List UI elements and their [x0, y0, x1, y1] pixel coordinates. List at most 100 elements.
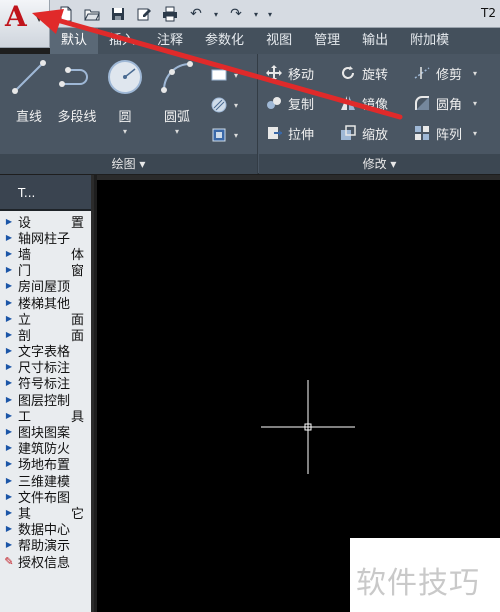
chevron-down-icon[interactable]: ▾	[100, 127, 150, 136]
palette-item[interactable]: ▶ 楼梯其他	[0, 294, 91, 312]
palette-item[interactable]: ▶ 房间屋顶	[0, 278, 91, 295]
move-label: 移动	[288, 67, 315, 83]
palette-item[interactable]: ▶ 三维建模	[0, 472, 91, 490]
palette-item[interactable]: ▶ 图层控制	[0, 391, 91, 409]
copy-tool-button[interactable]: 复制	[265, 94, 339, 113]
tab-view[interactable]: 视图	[255, 28, 303, 54]
palette-item[interactable]: ▶ 文件布图	[0, 488, 91, 506]
triangle-right-icon: ▶	[5, 281, 13, 291]
rotate-icon	[342, 66, 354, 79]
palette-item[interactable]: ▶ 轴网柱子	[0, 229, 91, 247]
watermark-text: 软件技巧	[356, 566, 480, 601]
ribbon-panel-area: 直线 多段线 圆 ▾ 圆弧 ▾ ▾ ▾ ▾ 绘图 ▾ 移动 旋转 修剪 ▾ 复制…	[0, 54, 500, 174]
draw-panel-footer[interactable]: 绘图 ▾	[0, 154, 257, 174]
copy-label: 复制	[288, 97, 315, 113]
chevron-down-icon[interactable]: ▾	[473, 99, 477, 108]
triangle-right-icon: ▶	[5, 297, 13, 307]
tab-annotate[interactable]: 注释	[146, 28, 194, 54]
array-tool-button[interactable]: 阵列 ▾	[413, 124, 493, 143]
palette-title[interactable]: T...	[0, 175, 91, 211]
mirror-tool-button[interactable]: 镜像	[339, 94, 413, 113]
triangle-right-icon: ▶	[5, 232, 13, 242]
triangle-right-icon: ▶	[5, 459, 13, 469]
print-icon[interactable]	[160, 5, 180, 23]
arc-tool-button[interactable]: 圆弧 ▾	[152, 58, 202, 136]
tab-insert[interactable]: 插入	[98, 28, 146, 54]
tab-parametric[interactable]: 参数化	[194, 28, 255, 54]
palette-item[interactable]: ▶ 剖面	[0, 326, 91, 344]
undo-icon[interactable]: ↶	[186, 5, 206, 23]
new-file-icon[interactable]	[56, 5, 76, 23]
palette-item[interactable]: ▶ 数据中心	[0, 521, 91, 538]
hatch-tool-button[interactable]: ▾	[210, 90, 254, 120]
tab-addins[interactable]: 附加模	[399, 28, 460, 54]
stretch-label: 拉伸	[288, 127, 315, 143]
trim-tool-button[interactable]: 修剪 ▾	[413, 64, 493, 83]
triangle-right-icon: ▶	[5, 248, 13, 258]
palette-item[interactable]: ▶ 符号标注	[0, 375, 91, 392]
tab-manage[interactable]: 管理	[303, 28, 351, 54]
stretch-icon	[268, 127, 282, 139]
save-icon[interactable]	[108, 5, 128, 23]
fillet-icon	[415, 96, 429, 110]
circle-tool-label: 圆	[118, 110, 132, 125]
rotate-tool-button[interactable]: 旋转	[339, 64, 413, 83]
palette-item[interactable]: ▶ 图块图案	[0, 423, 91, 441]
palette-item[interactable]: ▶ 帮助演示	[0, 537, 91, 554]
palette-item[interactable]: ✎ 授权信息	[0, 553, 91, 571]
undo-dropdown-icon[interactable]: ▾	[212, 5, 220, 23]
modify-row-1: 移动 旋转 修剪 ▾	[265, 60, 493, 86]
fillet-label: 圆角	[436, 97, 463, 113]
polyline-tool-label: 多段线	[57, 110, 97, 125]
chevron-down-icon[interactable]: ▾	[234, 101, 238, 110]
line-tool-button[interactable]: 直线	[4, 58, 54, 125]
customize-qat-icon[interactable]: ▾	[266, 5, 274, 23]
circle-tool-button[interactable]: 圆 ▾	[100, 58, 150, 136]
ribbon-tab-bar: 默认 插入 注释 参数化 视图 管理 输出 附加模	[50, 28, 500, 54]
palette-item[interactable]: ▶ 立面	[0, 310, 91, 328]
palette-item[interactable]: ▶ 墙体	[0, 245, 91, 263]
fillet-tool-button[interactable]: 圆角 ▾	[413, 94, 493, 113]
palette-item[interactable]: ▶ 门窗	[0, 262, 91, 279]
trim-label: 修剪	[436, 67, 463, 83]
chevron-down-icon: ▼	[36, 14, 43, 23]
chevron-down-icon[interactable]: ▾	[473, 129, 477, 138]
palette-item[interactable]: ▶ 文字表格	[0, 343, 91, 360]
triangle-right-icon: ▶	[5, 427, 13, 437]
palette-menu-list: ▶ 设置 ▶ 轴网柱子 ▶ 墙体 ▶ 门窗 ▶ 房间屋顶 ▶ 楼梯其他 ▶ 立面 ▶ 剖面 ▶ 文字表格 ▶ 尺寸标注…	[0, 211, 91, 571]
polyline-icon	[59, 67, 88, 87]
palette-item[interactable]: ▶ 场地布置	[0, 456, 91, 473]
region-tool-button[interactable]: ▾	[210, 120, 254, 150]
application-menu-button[interactable]: A ▼	[0, 0, 50, 48]
open-folder-icon[interactable]	[82, 5, 102, 23]
palette-item[interactable]: ▶ 设置	[0, 213, 91, 231]
save-as-icon[interactable]	[134, 5, 154, 23]
triangle-right-icon: ▶	[5, 362, 13, 372]
move-tool-button[interactable]: 移动	[265, 64, 339, 83]
scale-icon	[341, 125, 356, 140]
chevron-down-icon[interactable]: ▾	[234, 71, 238, 80]
rectangle-tool-button[interactable]: ▾	[210, 60, 254, 90]
redo-icon[interactable]: ↷	[226, 5, 246, 23]
chevron-down-icon[interactable]: ▾	[152, 127, 202, 136]
line-icon	[12, 60, 46, 94]
palette-item[interactable]: ▶ 其它	[0, 504, 91, 522]
palette-item[interactable]: ▶ 建筑防火	[0, 440, 91, 457]
modify-panel-footer[interactable]: 修改 ▾	[259, 154, 500, 174]
chevron-down-icon[interactable]: ▾	[234, 131, 238, 140]
hatch-icon	[211, 97, 227, 113]
stretch-tool-button[interactable]: 拉伸	[265, 124, 339, 143]
chevron-down-icon[interactable]: ▾	[473, 69, 477, 78]
redo-dropdown-icon[interactable]: ▾	[252, 5, 260, 23]
triangle-right-icon: ▶	[5, 378, 13, 388]
polyline-tool-button[interactable]: 多段线	[52, 58, 102, 125]
array-icon	[415, 126, 429, 140]
palette-item[interactable]: ▶ 尺寸标注	[0, 359, 91, 376]
palette-item[interactable]: ▶ 工具	[0, 407, 91, 425]
mirror-label: 镜像	[362, 97, 389, 113]
scale-tool-button[interactable]: 缩放	[339, 124, 413, 143]
tab-output[interactable]: 输出	[351, 28, 399, 54]
triangle-right-icon: ▶	[5, 313, 13, 323]
tab-default[interactable]: 默认	[50, 28, 99, 54]
triangle-right-icon: ▶	[5, 507, 13, 517]
